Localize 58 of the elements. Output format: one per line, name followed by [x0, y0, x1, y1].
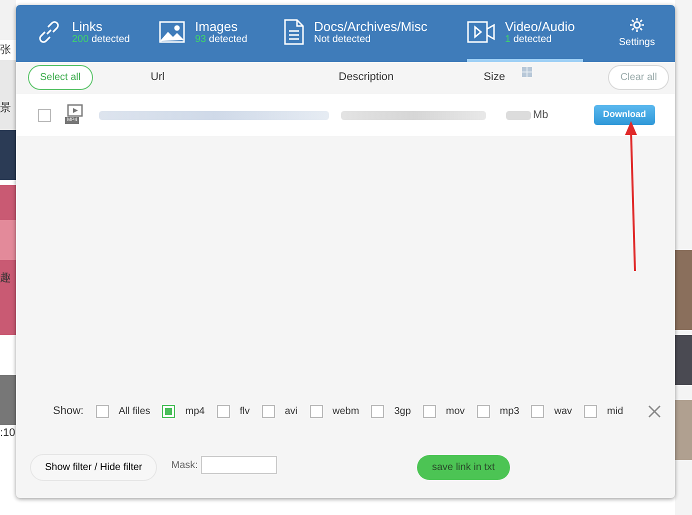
column-header: Size	[484, 70, 506, 85]
download-button[interactable]: Download	[594, 105, 655, 125]
page-text: :10	[0, 426, 16, 441]
checkbox[interactable]	[38, 108, 51, 122]
filter-option-label: mp4	[185, 404, 205, 418]
column-header: Description	[338, 70, 394, 85]
select-all-button[interactable]: Select all	[28, 64, 93, 90]
filter-option-label: flv	[240, 404, 250, 418]
tab[interactable]: Images 93 detected	[159, 5, 284, 62]
video-icon	[467, 21, 495, 43]
page-text: 趣	[0, 271, 11, 286]
filter-option-label: avi	[284, 404, 298, 418]
page-text: 张	[0, 43, 11, 58]
page-text: 景	[0, 101, 11, 116]
filter-option-label: mov	[446, 404, 465, 418]
tab-title: Docs/Archives/Misc	[314, 18, 428, 34]
filter-option-label: webm	[332, 404, 360, 418]
filter-option-label: All files	[118, 404, 150, 418]
image-icon	[159, 21, 185, 43]
checkbox[interactable]	[584, 404, 598, 418]
checkbox[interactable]	[216, 404, 230, 418]
link-icon	[36, 19, 62, 45]
detection-status: 93 detected	[195, 34, 248, 46]
sort-icon[interactable]	[521, 66, 534, 78]
document-icon	[284, 19, 304, 45]
checkbox[interactable]	[96, 404, 109, 418]
checkbox[interactable]	[476, 404, 490, 418]
tab[interactable]: Docs/Archives/Misc Not detected	[284, 5, 467, 62]
detection-status: 200 detected	[72, 34, 130, 46]
settings-button[interactable]: Settings	[612, 5, 661, 62]
tab-title: Images	[195, 18, 239, 34]
settings-icon	[628, 17, 645, 33]
checkbox[interactable]	[262, 404, 275, 418]
clear-all-button[interactable]: Clear all	[608, 64, 669, 90]
filter-label: Show:	[53, 404, 84, 419]
mask-label: Mask:	[171, 458, 198, 472]
filter-option-label: wav	[554, 404, 572, 418]
mask-field[interactable]	[200, 456, 277, 474]
save-button[interactable]: save link in txt	[416, 454, 510, 480]
filter-option-label: mid	[607, 404, 624, 418]
checkbox[interactable]	[310, 404, 323, 418]
detection-status: 1 detected	[505, 34, 553, 46]
column-header: Url	[150, 70, 165, 85]
tab-title: Video/Audio	[505, 18, 575, 34]
checkbox[interactable]	[422, 404, 436, 418]
detection-status: Not detected	[314, 34, 372, 46]
filter-option-label: mp3	[500, 404, 520, 418]
filter-toggle-button[interactable]: Show filter / Hide filter	[30, 454, 158, 480]
checkbox[interactable]	[371, 404, 384, 418]
checkbox[interactable]	[531, 404, 544, 418]
filter-option-label: 3gp	[394, 404, 411, 418]
tab[interactable]: Video/Audio 1 detected	[467, 5, 583, 62]
size-unit: Mb	[533, 108, 548, 123]
tab[interactable]: Links 200 detected	[36, 5, 159, 62]
checkbox[interactable]	[162, 404, 176, 418]
blurred-text	[506, 110, 531, 120]
close-icon[interactable]	[648, 404, 661, 418]
tab-title: Links	[72, 18, 104, 34]
